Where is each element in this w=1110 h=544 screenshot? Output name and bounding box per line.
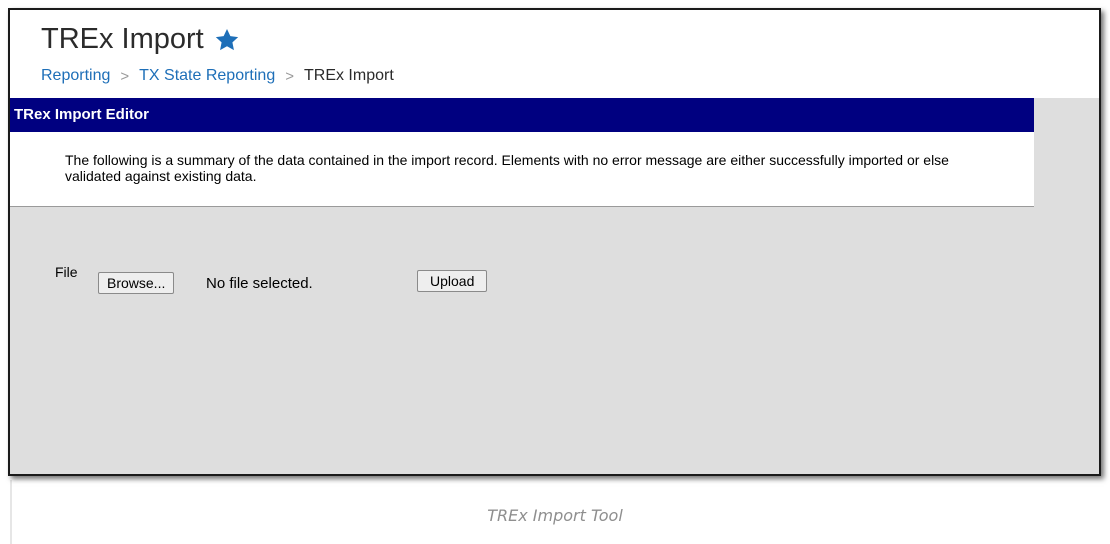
breadcrumb-tx-state-reporting[interactable]: TX State Reporting	[139, 67, 275, 85]
breadcrumb-separator: >	[120, 67, 130, 85]
screenshot-frame: TREx Import Reporting > TX State Reporti…	[8, 8, 1101, 476]
file-status: No file selected.	[206, 275, 313, 292]
breadcrumb: Reporting > TX State Reporting > TREx Im…	[41, 67, 394, 85]
breadcrumb-separator: >	[285, 67, 294, 85]
editor-title: TRex Import Editor	[14, 106, 150, 123]
file-label: File	[55, 264, 78, 280]
upload-button[interactable]: Upload	[417, 270, 488, 292]
page-title: TREx Import	[41, 23, 240, 56]
image-caption: TREx Import Tool	[487, 506, 623, 525]
breadcrumb-current: TREx Import	[303, 67, 394, 84]
page-header: TREx Import Reporting > TX State Reporti…	[10, 10, 1099, 98]
star-icon[interactable]	[214, 27, 240, 53]
editor-description-box: The following is a summary of the data c…	[10, 132, 1034, 207]
browse-button[interactable]: Browse...	[98, 272, 175, 294]
editor-description: The following is a summary of the data c…	[65, 152, 949, 184]
page-title-text: TREx Import	[41, 23, 204, 55]
breadcrumb-reporting[interactable]: Reporting	[41, 67, 110, 85]
editor-title-bar: TRex Import Editor	[10, 98, 1034, 132]
